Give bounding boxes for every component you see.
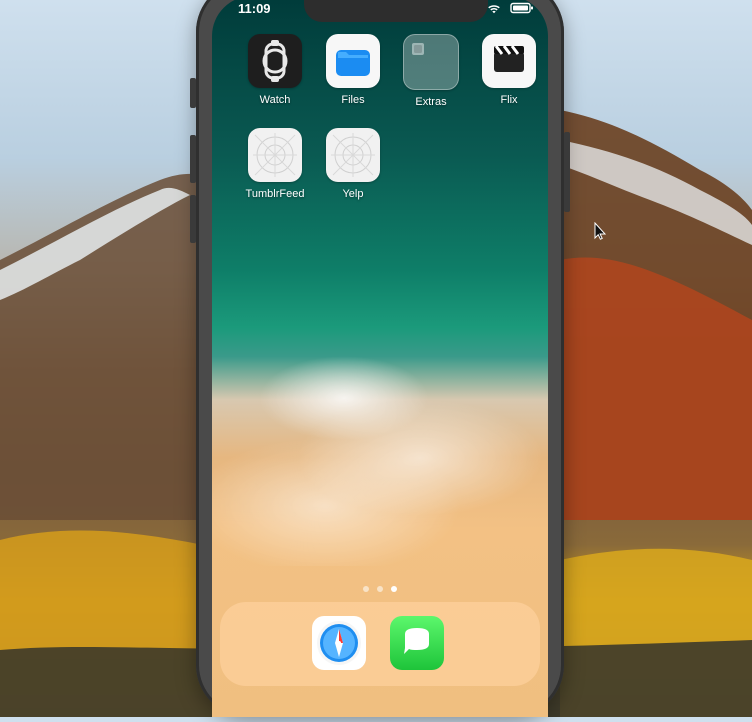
app-extras[interactable]: Extras bbox=[392, 34, 470, 108]
status-time: 11:09 bbox=[238, 1, 271, 16]
folder-icon bbox=[403, 34, 459, 90]
app-yelp[interactable]: Yelp bbox=[314, 128, 392, 200]
app-label: Yelp bbox=[342, 188, 364, 200]
battery-icon bbox=[510, 2, 534, 14]
app-label: Files bbox=[341, 94, 365, 106]
status-icons bbox=[486, 2, 534, 14]
dock bbox=[220, 602, 540, 686]
placeholder-app-icon bbox=[326, 128, 380, 182]
page-dot-active[interactable] bbox=[391, 586, 397, 592]
power-button[interactable] bbox=[564, 132, 570, 212]
app-label: Watch bbox=[259, 94, 291, 106]
notch bbox=[304, 0, 488, 22]
iphone-simulator: 11:09 Watch Files Extras Flix TumblrFeed… bbox=[190, 0, 570, 717]
app-files[interactable]: Files bbox=[314, 34, 392, 108]
app-watch[interactable]: Watch bbox=[236, 34, 314, 108]
app-label: Flix bbox=[500, 94, 518, 106]
safari-icon[interactable] bbox=[312, 616, 366, 670]
volume-up-button[interactable] bbox=[190, 135, 196, 183]
page-dot[interactable] bbox=[377, 586, 383, 592]
side-button[interactable] bbox=[190, 78, 196, 108]
volume-down-button[interactable] bbox=[190, 195, 196, 243]
clapperboard-icon bbox=[482, 34, 536, 88]
app-grid: Watch Files Extras Flix TumblrFeed Yelp bbox=[236, 34, 536, 200]
wifi-icon bbox=[486, 2, 502, 14]
files-icon bbox=[326, 34, 380, 88]
mouse-cursor bbox=[594, 221, 607, 240]
messages-icon[interactable] bbox=[390, 616, 444, 670]
app-tumblrfeed[interactable]: TumblrFeed bbox=[236, 128, 314, 200]
watch-icon bbox=[248, 34, 302, 88]
app-label: TumblrFeed bbox=[245, 188, 305, 200]
page-dot[interactable] bbox=[363, 586, 369, 592]
beach-foam bbox=[212, 326, 548, 566]
app-label: Extras bbox=[415, 96, 447, 108]
app-flix[interactable]: Flix bbox=[470, 34, 548, 108]
page-indicator[interactable] bbox=[212, 586, 548, 592]
placeholder-app-icon bbox=[248, 128, 302, 182]
phone-screen: 11:09 Watch Files Extras Flix TumblrFeed… bbox=[212, 0, 548, 717]
